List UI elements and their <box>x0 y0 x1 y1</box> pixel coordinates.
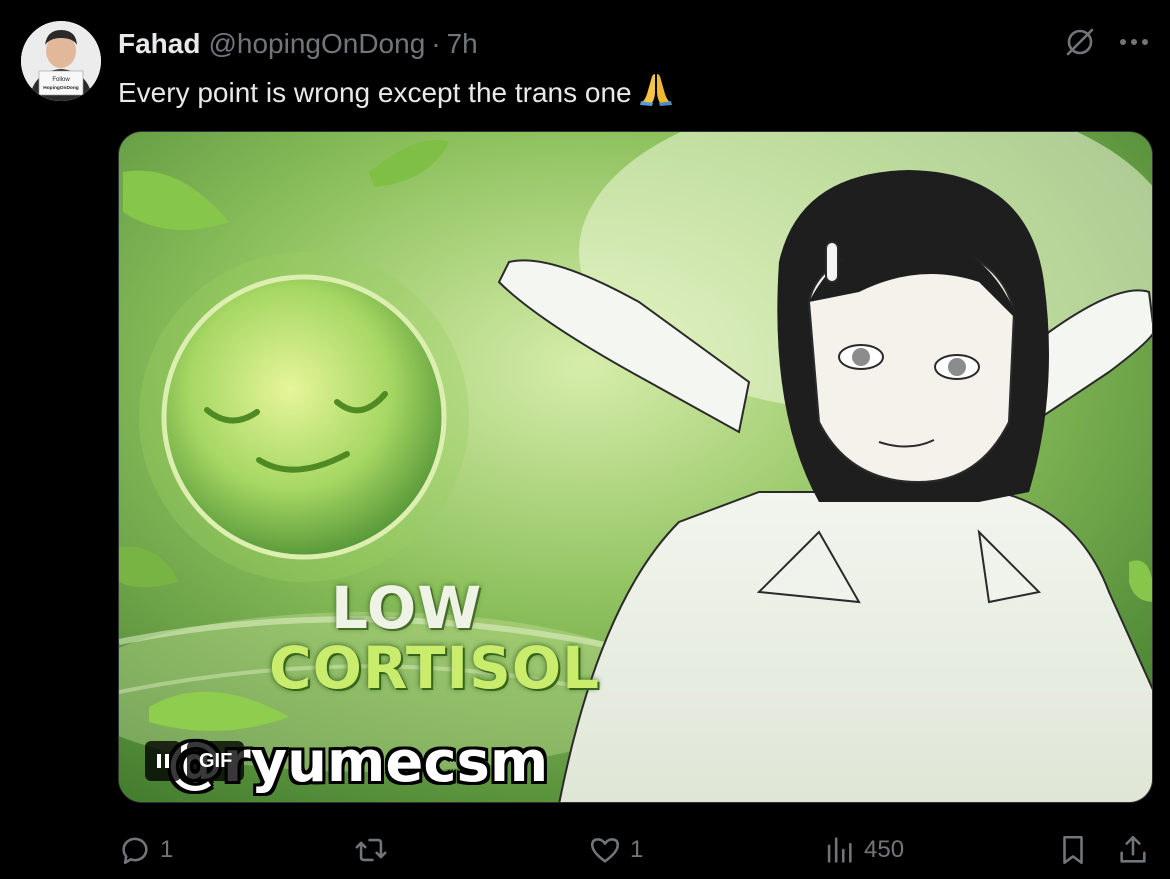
gif-badge: GIF <box>187 741 245 781</box>
header-separator: · <box>431 28 441 59</box>
like-count: 1 <box>630 836 644 863</box>
views-button[interactable]: 450 <box>822 830 904 870</box>
gif-frame-illustration <box>119 132 1152 802</box>
repost-icon <box>355 838 387 862</box>
avatar-image: Follow HopingOnDong <box>21 21 101 101</box>
gif-caption-cortisol: CORTISOL <box>269 634 601 702</box>
bookmark-icon <box>1063 835 1083 865</box>
grok-slash-icon <box>1066 28 1094 56</box>
author-name[interactable]: Fahad <box>118 28 200 60</box>
share-button[interactable] <box>1116 830 1150 870</box>
tweet-timestamp[interactable]: 7h <box>447 28 478 60</box>
heart-icon <box>590 838 620 863</box>
reply-button[interactable]: 1 <box>118 830 173 870</box>
share-icon <box>1120 835 1146 863</box>
pause-icon <box>157 754 169 768</box>
reply-count: 1 <box>160 836 174 863</box>
gif-controls: GIF <box>145 739 245 783</box>
tweet-header: Fahad @hopingOnDong · 7h <box>118 26 478 62</box>
author-handle[interactable]: @hopingOnDong <box>208 28 425 60</box>
avatar-sign-line1: Follow <box>52 77 70 83</box>
tweet-media-gif[interactable]: LOW CORTISOL @ryumecsm GIF <box>118 131 1153 803</box>
tweet-text: Every point is wrong except the trans on… <box>118 70 674 115</box>
view-count: 450 <box>864 836 905 863</box>
repost-button[interactable] <box>354 830 396 870</box>
grok-button[interactable] <box>1060 22 1100 62</box>
gif-caption-low: LOW <box>331 574 483 642</box>
reply-icon <box>122 837 148 865</box>
tweet-text-body: Every point is wrong except the trans on… <box>118 77 632 108</box>
tweet: Follow HopingOnDong Fahad @hopingOnDong … <box>0 0 1170 879</box>
tweet-actions: 1 1 450 <box>118 830 1158 870</box>
more-icon <box>1120 39 1148 45</box>
pause-button[interactable] <box>145 741 181 781</box>
praying-hands-emoji <box>638 70 674 115</box>
more-button[interactable] <box>1112 22 1156 62</box>
views-bar-icon <box>827 837 852 863</box>
avatar-sign-line2: HopingOnDong <box>43 85 79 91</box>
like-button[interactable]: 1 <box>588 830 643 870</box>
bookmark-button[interactable] <box>1056 830 1090 870</box>
avatar[interactable]: Follow HopingOnDong <box>21 21 101 101</box>
